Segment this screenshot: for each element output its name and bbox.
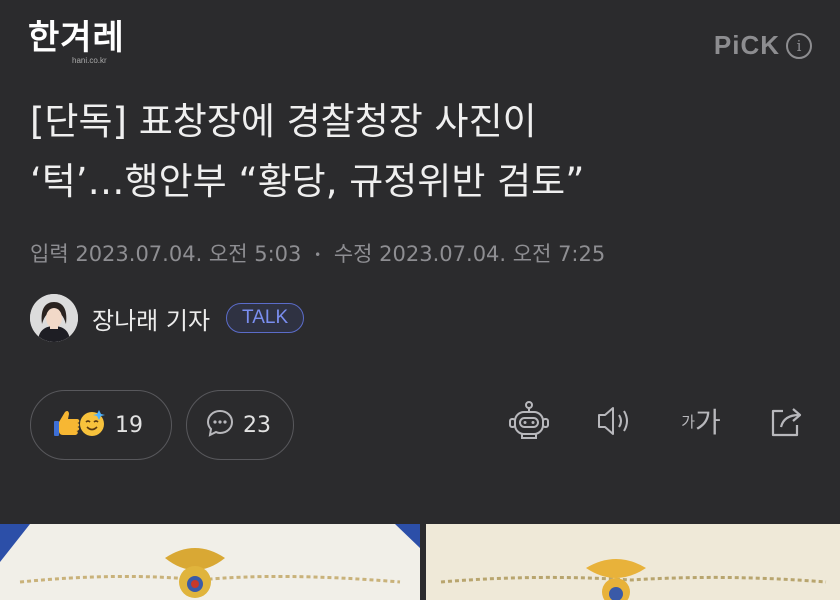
font-size-icon[interactable]: 가가 <box>678 398 724 444</box>
robot-summary-icon[interactable] <box>506 398 552 444</box>
pick-badge[interactable]: PiCK i <box>714 30 812 61</box>
certificate-photo-left[interactable] <box>0 524 420 600</box>
info-icon[interactable]: i <box>786 32 812 59</box>
talk-button[interactable]: TALK <box>226 303 305 333</box>
reaction-count: 19 <box>115 412 143 438</box>
hani-logo[interactable]: 한겨레 hani.co.kr <box>28 18 125 65</box>
share-icon[interactable] <box>764 398 810 444</box>
certificate-photo-right[interactable] <box>426 524 840 600</box>
article-headline: [단독] 표창장에 경찰청장 사진이 ‘턱’…행안부 “황당, 규정위반 검토” <box>30 92 820 212</box>
edit-label: 수정 <box>333 242 373 266</box>
headline-line-2: ‘턱’…행안부 “황당, 규정위반 검토” <box>30 160 585 203</box>
input-label: 입력 <box>30 242 69 266</box>
comment-count: 23 <box>243 412 271 438</box>
touched-face-icon <box>77 408 107 442</box>
input-time: 2023.07.04. 오전 5:03 <box>75 242 302 266</box>
font-small-glyph: 가 <box>681 412 696 431</box>
article-toolbar: 가가 <box>506 398 810 444</box>
edit-time: 2023.07.04. 오전 7:25 <box>379 242 606 266</box>
dateline: 입력 2023.07.04. 오전 5:03 • 수정 2023.07.04. … <box>30 238 605 268</box>
logo-domain: hani.co.kr <box>72 56 107 65</box>
reporter-name[interactable]: 장나래 기자 <box>92 301 210 336</box>
comment-icon <box>205 408 235 442</box>
speaker-icon[interactable] <box>592 398 638 444</box>
reaction-button[interactable]: 19 <box>30 390 172 460</box>
byline: 장나래 기자 TALK <box>30 294 305 342</box>
dateline-separator: • <box>314 248 322 262</box>
article-photos <box>0 524 840 600</box>
comment-button[interactable]: 23 <box>186 390 294 460</box>
pick-label: PiCK <box>713 30 780 60</box>
font-large-glyph: 가 <box>695 406 721 439</box>
reporter-avatar[interactable] <box>30 294 78 342</box>
logo-text: 한겨레 <box>28 18 125 58</box>
headline-line-1: [단독] 표창장에 경찰청장 사진이 <box>30 100 537 143</box>
